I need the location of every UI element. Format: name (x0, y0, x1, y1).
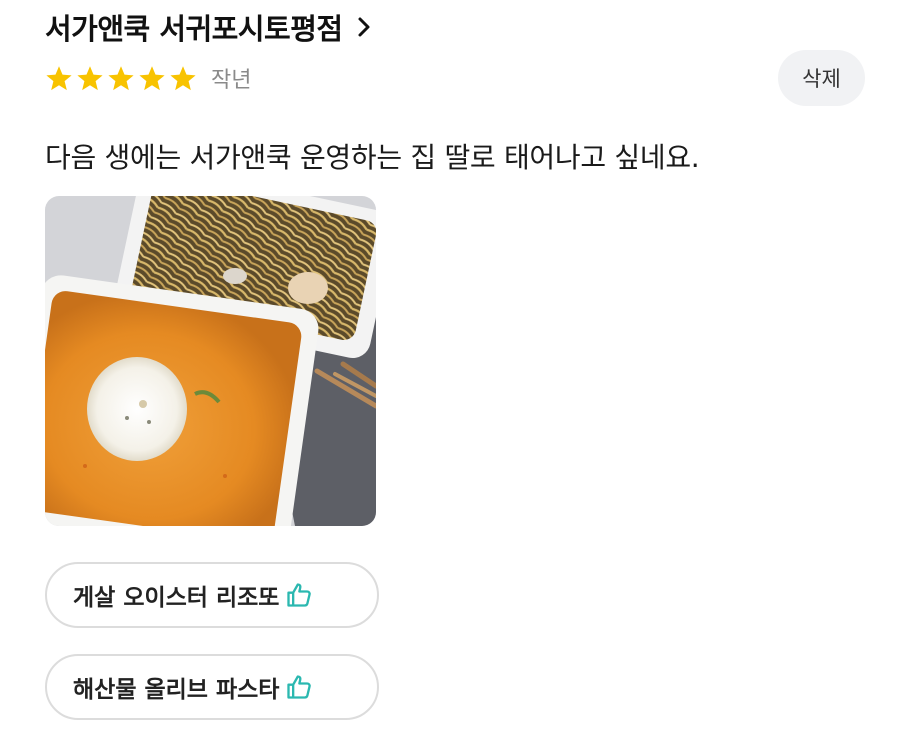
review-photo[interactable] (45, 196, 376, 526)
review-text: 다음 생에는 서가앤쿡 운영하는 집 딸로 태어나고 싶네요. (45, 141, 700, 174)
star-icon (46, 65, 72, 90)
menu-tag-label: 해산물 올리브 파스타 (73, 677, 280, 703)
star-icon (108, 65, 134, 90)
review-date: 작년 (211, 68, 252, 93)
star-icon (139, 65, 165, 90)
delete-button[interactable]: 삭제 (778, 50, 865, 106)
rating-row: 작년 (45, 62, 251, 94)
food-photo-image (45, 196, 376, 526)
star-icon (170, 65, 196, 90)
star-icon (77, 65, 103, 90)
store-title-link[interactable]: 서가앤쿡 서귀포시토평점 (45, 6, 371, 48)
menu-tag-chip[interactable]: 해산물 올리브 파스타 (45, 654, 379, 720)
thumbs-up-icon (285, 673, 313, 701)
star-rating (45, 65, 197, 92)
menu-tag-label: 게살 오이스터 리조또 (73, 585, 280, 611)
thumbs-up-icon (285, 581, 313, 609)
store-name: 서가앤쿡 서귀포시토평점 (45, 12, 343, 46)
chevron-right-icon (357, 16, 371, 38)
menu-tag-chip[interactable]: 게살 오이스터 리조또 (45, 562, 379, 628)
